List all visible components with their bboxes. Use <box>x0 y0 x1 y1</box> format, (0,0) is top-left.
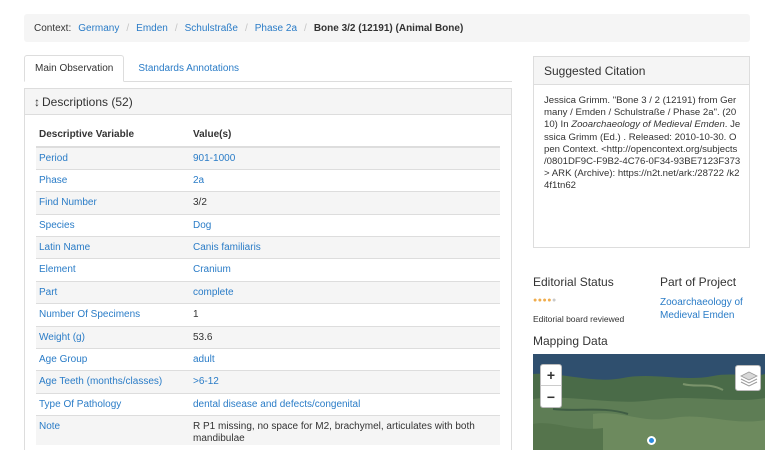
description-value[interactable]: dental disease and defects/congenital <box>190 392 500 416</box>
descriptive-variable[interactable]: Species <box>36 213 190 237</box>
descriptions-title: Descriptions (52) <box>42 94 133 109</box>
table-row: Age Teeth (months/classes) >6-12 <box>36 370 500 394</box>
table-row: Find Number 3/2 <box>36 191 500 215</box>
table-row: Element Cranium <box>36 258 500 282</box>
breadcrumb-separator: / <box>174 22 178 34</box>
table-row: Species Dog <box>36 213 500 237</box>
breadcrumb-phase-2a[interactable]: Phase 2a <box>255 23 297 34</box>
description-value[interactable]: Dog <box>190 213 500 237</box>
description-value: R P1 missing, no space for M2, brachymel… <box>190 415 500 446</box>
descriptive-variable[interactable]: Age Teeth (months/classes) <box>36 370 190 394</box>
project-link[interactable]: Zooarchaeology of Medieval Emden <box>660 297 752 322</box>
breadcrumb-separator: / <box>126 22 130 34</box>
breadcrumb-separator: / <box>304 22 307 34</box>
description-value: 53.6 <box>190 325 500 349</box>
table-row: Latin Name Canis familiaris <box>36 236 500 259</box>
breadcrumb-schulstrasse[interactable]: Schulstraße <box>185 23 238 34</box>
descriptive-variable[interactable]: Note <box>36 415 190 446</box>
descriptions-panel: ↕ Descriptions (52) Descriptive Variable… <box>24 88 512 450</box>
breadcrumb-separator: / <box>244 22 248 34</box>
description-value[interactable]: adult <box>190 348 500 371</box>
editorial-status-text: Editorial board reviewed <box>533 314 625 324</box>
description-value[interactable]: complete <box>190 280 500 304</box>
table-row: Phase 2a <box>36 168 500 192</box>
descriptions-header[interactable]: ↕ Descriptions (52) <box>25 89 511 115</box>
description-value[interactable]: 2a <box>190 168 500 192</box>
zoom-out-button[interactable]: − <box>541 386 561 407</box>
breadcrumb-emden[interactable]: Emden <box>136 23 168 34</box>
tab-standards-annotations[interactable]: Standards Annotations <box>128 55 249 81</box>
breadcrumb-current: Bone 3/2 (12191) (Animal Bone) <box>313 22 464 34</box>
map-view[interactable]: + − <box>533 354 765 450</box>
table-row: Age Group adult <box>36 348 500 371</box>
mapping-data-title: Mapping Data <box>533 334 608 348</box>
column-header-values: Value(s) <box>190 123 500 148</box>
zoom-in-button[interactable]: + <box>541 365 561 386</box>
descriptive-variable[interactable]: Element <box>36 258 190 282</box>
sort-arrows-icon: ↕ <box>34 94 40 109</box>
breadcrumb: Context: Germany / Emden / Schulstraße /… <box>24 14 750 42</box>
star-icon: ● <box>551 297 557 304</box>
table-row: Number Of Specimens 1 <box>36 303 500 327</box>
descriptive-variable[interactable]: Type Of Pathology <box>36 392 190 416</box>
descriptive-variable[interactable]: Find Number <box>36 191 190 215</box>
descriptions-table: Descriptive Variable Value(s) Period 901-… <box>36 123 500 446</box>
description-value: 3/2 <box>190 191 500 215</box>
table-row: Weight (g) 53.6 <box>36 325 500 349</box>
tab-main-observation[interactable]: Main Observation <box>24 55 125 82</box>
description-value[interactable]: Canis familiaris <box>190 236 500 259</box>
editorial-rating-stars: ●●●●● <box>533 297 557 304</box>
citation-text: Jessica Grimm. "Bone 3 / 2 (12191) from … <box>534 85 749 193</box>
layers-icon <box>740 371 758 387</box>
descriptive-variable[interactable]: Age Group <box>36 348 190 371</box>
descriptive-variable[interactable]: Period <box>36 146 190 170</box>
description-value[interactable]: Cranium <box>190 258 500 282</box>
description-value: 1 <box>190 303 500 327</box>
location-marker-icon[interactable] <box>647 436 656 445</box>
descriptive-variable[interactable]: Phase <box>36 168 190 192</box>
citation-title: Suggested Citation <box>534 57 749 85</box>
descriptive-variable[interactable]: Latin Name <box>36 236 190 259</box>
breadcrumb-germany[interactable]: Germany <box>78 23 119 34</box>
layers-button[interactable] <box>735 365 761 391</box>
citation-panel: Suggested Citation Jessica Grimm. "Bone … <box>533 56 750 248</box>
descriptive-variable[interactable]: Part <box>36 280 190 304</box>
observation-tabs: Main Observation Standards Annotations <box>24 55 512 82</box>
descriptive-variable[interactable]: Number Of Specimens <box>36 303 190 327</box>
table-row: Part complete <box>36 280 500 304</box>
citation-project-title: Zooarchaeology of Medieval Emden <box>571 119 725 131</box>
column-header-variable: Descriptive Variable <box>36 123 190 148</box>
context-label: Context: <box>34 22 72 34</box>
descriptive-variable[interactable]: Weight (g) <box>36 325 190 349</box>
zoom-controls: + − <box>540 364 562 408</box>
table-row: Type Of Pathology dental disease and defe… <box>36 392 500 416</box>
table-row: Note R P1 missing, no space for M2, brach… <box>36 415 500 446</box>
project-title: Part of Project <box>660 275 737 289</box>
editorial-status-title: Editorial Status <box>533 275 614 289</box>
table-row: Period 901-1000 <box>36 146 500 170</box>
description-value[interactable]: 901-1000 <box>190 146 500 170</box>
description-value[interactable]: >6-12 <box>190 370 500 394</box>
